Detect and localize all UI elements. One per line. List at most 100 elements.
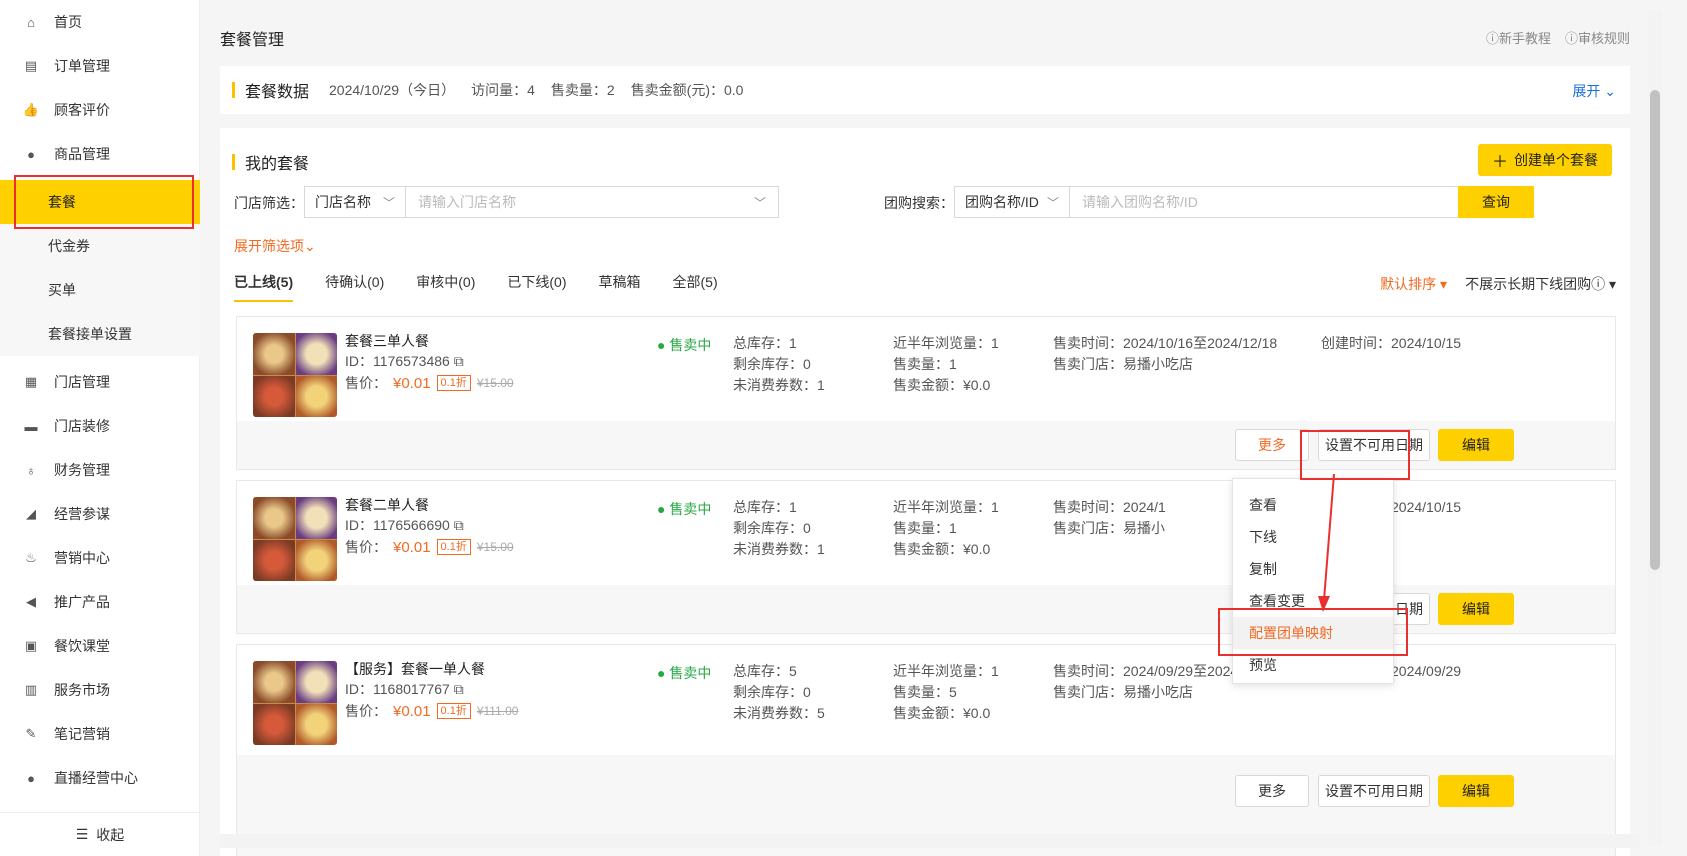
- sidebar-item-marketing[interactable]: ♨ 营销中心: [0, 536, 200, 580]
- package-id: ID：1176566690 ⧉: [345, 515, 464, 535]
- package-footer: 设置不可用日期 编辑: [237, 585, 1615, 633]
- tab-drafts[interactable]: 草稿箱: [599, 272, 641, 302]
- store-select-value: 门店名称: [315, 194, 371, 210]
- tab-all[interactable]: 全部(5): [673, 272, 718, 302]
- stats-visits: 访问量：4: [471, 82, 535, 98]
- sidebar-subitem-package[interactable]: 套餐: [0, 180, 200, 224]
- sidebar-item-notes[interactable]: ✎ 笔记营销: [0, 712, 200, 756]
- sidebar-item-promotion[interactable]: ◀ 推广产品: [0, 580, 200, 624]
- original-price: ¥111.00: [476, 704, 519, 718]
- sidebar-item-finance[interactable]: ♁ 财务管理: [0, 448, 200, 492]
- edit-button[interactable]: 编辑: [1438, 775, 1514, 807]
- tab-reviewing[interactable]: 审核中(0): [416, 272, 475, 302]
- sidebar-subitem-label: 代金券: [48, 238, 90, 254]
- order-icon: ▤: [24, 58, 38, 73]
- sidebar-subitem-voucher[interactable]: 代金券: [0, 224, 200, 268]
- package-id: ID：1176573486 ⧉: [345, 351, 464, 371]
- sidebar-item-home[interactable]: ⌂ 首页: [0, 0, 200, 44]
- sidebar-item-label: 推广产品: [54, 594, 110, 610]
- remaining-stock: 剩余库存：0: [733, 356, 811, 372]
- menu-item-preview[interactable]: 预览: [1233, 649, 1393, 681]
- package-name: 套餐二单人餐: [345, 497, 429, 513]
- sold-count: 售卖量：5: [893, 684, 957, 700]
- package-name: 套餐三单人餐: [345, 333, 429, 349]
- live-icon: ●: [27, 770, 35, 786]
- set-unavailable-dates-button[interactable]: 设置不可用日期: [1318, 775, 1430, 807]
- money-bag-icon: ♁: [26, 462, 36, 478]
- section-title-label: 我的套餐: [245, 156, 310, 173]
- sidebar-item-label: 订单管理: [54, 58, 110, 74]
- sidebar-item-orders[interactable]: ▤ 订单管理: [0, 44, 200, 88]
- sidebar-item-analytics[interactable]: ◢ 经营参谋: [0, 492, 200, 536]
- section-title: 我的套餐: [232, 150, 309, 174]
- sidebar-item-live[interactable]: ● 直播经营中心: [0, 756, 200, 800]
- tab-pending[interactable]: 待确认(0): [325, 272, 384, 302]
- store-name-input[interactable]: 请输入门店名称 ﹀: [405, 186, 779, 218]
- views-column: 近半年浏览量：1 售卖量：1 售卖金额：¥0.0: [893, 497, 999, 560]
- review-rules-link[interactable]: ⓘ审核规则: [1565, 28, 1630, 47]
- horizontal-scrollbar[interactable]: [220, 834, 1640, 848]
- package-id-text: ID：1176566690: [345, 517, 450, 533]
- market-icon: ▥: [24, 682, 38, 697]
- sidebar-item-label: 直播经营中心: [54, 770, 138, 786]
- original-price: ¥15.00: [476, 376, 514, 390]
- more-filters-link[interactable]: 展开筛选项⌄: [234, 236, 316, 256]
- vertical-scrollbar[interactable]: [1648, 10, 1662, 846]
- set-unavailable-dates-button[interactable]: 设置不可用日期: [1318, 429, 1430, 461]
- store-filter-select[interactable]: 门店名称 ﹀: [304, 186, 406, 218]
- discount-badge: 0.1折: [436, 539, 471, 555]
- group-search-select[interactable]: 团购名称/ID ﹀: [954, 186, 1070, 218]
- unused-coupons: 未消费券数：1: [733, 377, 825, 393]
- chevron-down-icon: ﹀: [1046, 195, 1059, 210]
- edit-button[interactable]: 编辑: [1438, 429, 1514, 461]
- query-button[interactable]: 查询: [1458, 186, 1534, 218]
- sort-select[interactable]: 默认排序 ▾: [1380, 274, 1447, 294]
- hide-long-label: 不展示长期下线团购: [1465, 276, 1592, 292]
- package-name: 【服务】套餐一单人餐: [345, 661, 485, 677]
- sidebar-item-market[interactable]: ▥ 服务市场: [0, 668, 200, 712]
- collapse-sidebar-button[interactable]: ☰ 收起: [0, 812, 200, 856]
- sidebar-item-products[interactable]: ● 商品管理: [0, 132, 200, 176]
- stats-amount: 售卖金额(元)：0.0: [630, 82, 744, 98]
- copy-icon[interactable]: ⧉: [454, 517, 464, 533]
- create-package-button[interactable]: ＋ 创建单个套餐: [1477, 144, 1612, 176]
- sidebar-subitem-order-settings[interactable]: 套餐接单设置: [0, 312, 200, 356]
- sidebar-item-label: 笔记营销: [54, 726, 110, 742]
- copy-icon[interactable]: ⧉: [454, 681, 464, 697]
- edit-button[interactable]: 编辑: [1438, 593, 1514, 625]
- sales-amount: 售卖金额：¥0.0: [893, 705, 991, 721]
- sidebar-item-reviews[interactable]: 👍 顾客评价: [0, 88, 200, 132]
- sale-store: 售卖门店：易播小: [1053, 520, 1165, 536]
- copy-icon[interactable]: ⧉: [454, 353, 464, 369]
- sidebar-item-classroom[interactable]: ▣ 餐饮课堂: [0, 624, 200, 668]
- more-filters-label: 展开筛选项: [234, 238, 304, 254]
- more-button[interactable]: 更多: [1235, 429, 1309, 461]
- chevron-down-icon: ﹀: [753, 195, 766, 210]
- store-input-placeholder: 请输入门店名称: [418, 194, 516, 210]
- remaining-stock: 剩余库存：0: [733, 684, 811, 700]
- group-select-value: 团购名称/ID: [965, 194, 1039, 210]
- status-text: 售卖中: [669, 501, 712, 517]
- sale-info-column: 售卖时间：2024/10/16至2024/12/18 售卖门店：易播小吃店: [1053, 333, 1277, 375]
- scrollbar-thumb[interactable]: [1650, 90, 1660, 570]
- sidebar-subitem-label: 买单: [48, 282, 76, 298]
- sidebar-item-stores[interactable]: ▦ 门店管理: [0, 360, 200, 404]
- sidebar-subitem-checkout[interactable]: 买单: [0, 268, 200, 312]
- tab-online[interactable]: 已上线(5): [234, 272, 294, 302]
- tab-offline[interactable]: 已下线(0): [507, 272, 566, 302]
- package-thumbnail: [253, 497, 337, 581]
- menu-item-configure-mapping[interactable]: 配置团单映射: [1233, 617, 1393, 649]
- tutorial-link[interactable]: ⓘ新手教程: [1486, 28, 1551, 47]
- unused-coupons: 未消费券数：5: [733, 705, 825, 721]
- expand-stats-link[interactable]: 展开 ⌄: [1572, 81, 1616, 101]
- more-button[interactable]: 更多: [1235, 775, 1309, 807]
- package-thumbnail: [253, 333, 337, 417]
- hide-long-offline-select[interactable]: 不展示长期下线团购ⓘ ▾: [1465, 274, 1616, 294]
- sidebar-item-decor[interactable]: ▬ 门店装修: [0, 404, 200, 448]
- stats-sales: 售卖量：2: [550, 82, 615, 98]
- sidebar-item-label: 餐饮课堂: [54, 638, 110, 654]
- package-price: 售价： ¥0.01 0.1折 ¥15.00: [345, 537, 514, 557]
- expand-label: 展开: [1572, 83, 1601, 99]
- sort-label: 默认排序: [1380, 276, 1437, 292]
- group-search-input[interactable]: 请输入团购名称/ID: [1069, 186, 1459, 218]
